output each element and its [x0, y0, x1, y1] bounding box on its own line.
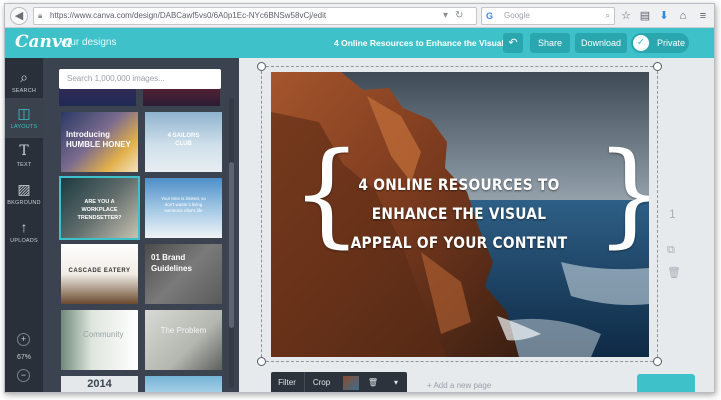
tool-sidebar: ⌕ SEARCH ◫ LAYOUTS T TEXT ▨ BKGROUND ↑ U…	[5, 58, 43, 392]
filter-button[interactable]: Filter	[271, 372, 303, 392]
image-toolbar: Filter Crop 🗑︎ ▾	[271, 372, 407, 392]
reload-icon[interactable]: ↻	[455, 7, 463, 25]
design-workspace: { } 4 ONLINE RESOURCES TO ENHANCE THE VI…	[239, 58, 714, 392]
google-icon: G	[486, 11, 494, 21]
layout-thumbnail[interactable]: 2014	[61, 376, 138, 392]
thumbnail-text: ARE YOU A WORKPLACE TRENDSETTER?	[77, 199, 122, 221]
add-page-link[interactable]: + Add a new page	[427, 381, 491, 390]
address-bar[interactable]: 🔒︎ https://www.canva.com/design/DABCawf5…	[33, 7, 477, 25]
layout-thumbnail[interactable]: Your time is limited, so don't waste it …	[145, 178, 222, 238]
layout-thumbnail[interactable]: Introducing HUMBLE HONEY	[61, 112, 138, 172]
background-photo[interactable]: { } 4 ONLINE RESOURCES TO ENHANCE THE VI…	[271, 72, 649, 357]
search-icon: ⌕	[20, 69, 28, 85]
layout-thumbnail[interactable]	[145, 376, 222, 392]
copy-page-icon[interactable]: ⧉	[667, 244, 675, 257]
undo-icon: ↶	[508, 37, 518, 49]
resize-handle[interactable]	[653, 62, 662, 71]
thumbnail-text: Community	[83, 330, 124, 339]
sidebar-item-label: LAYOUTS	[10, 124, 38, 130]
sidebar-item-label: UPLOADS	[10, 238, 38, 244]
sidebar-item-layouts[interactable]: ◫ LAYOUTS	[5, 98, 43, 138]
page-number: 1	[669, 207, 676, 221]
undo-button[interactable]: ↶	[503, 33, 523, 53]
zoom-in-button[interactable]: +	[17, 333, 30, 346]
menu-icon[interactable]: ≡	[696, 8, 710, 24]
download-arrow-icon[interactable]: ⬇	[657, 8, 671, 24]
url-text: https://www.canva.com/design/DABCawf5vs0…	[50, 11, 327, 20]
browser-search-input[interactable]: G Google ⌕	[481, 7, 615, 25]
panel-scrollbar-thumb[interactable]	[229, 162, 234, 328]
bookmark-star-icon[interactable]: ☆	[619, 8, 633, 24]
thumbnail-text: Your time is limited, so don't waste it …	[161, 196, 206, 213]
magnifier-icon[interactable]: ⌕	[606, 8, 610, 24]
browser-toolbar: ◀ 🔒︎ https://www.canva.com/design/DABCaw…	[5, 4, 714, 28]
privacy-label: Private	[657, 38, 686, 48]
sidebar-item-uploads[interactable]: ↑ UPLOADS	[5, 212, 43, 252]
app-header: Canva Your designs 4 Online Resources to…	[5, 28, 714, 58]
resize-handle[interactable]	[257, 357, 266, 366]
home-icon[interactable]: ⌂	[676, 8, 690, 24]
layout-thumbnail[interactable]: The Problem	[145, 310, 222, 370]
thumbnail-text: 4 SAILORS CLUB	[167, 133, 200, 147]
delete-page-icon[interactable]: 🗑︎	[667, 266, 681, 279]
layouts-panel: Search 1,000,000 images... Introducing H…	[43, 58, 239, 392]
right-brace-decoration: }	[595, 138, 649, 250]
thumbnail-text: Introducing HUMBLE HONEY	[66, 130, 131, 149]
thumbnail-text: The Problem	[160, 326, 207, 335]
lock-icon: 🔒︎	[38, 11, 43, 20]
share-button[interactable]: Share	[530, 33, 570, 53]
resize-handle[interactable]	[257, 62, 266, 71]
dropdown-arrow-icon[interactable]: ▾	[443, 7, 448, 25]
upload-icon: ↑	[20, 219, 28, 235]
image-search-input[interactable]: Search 1,000,000 images...	[59, 69, 221, 89]
browser-search-placeholder: Google	[504, 11, 530, 20]
sidebar-item-background[interactable]: ▨ BKGROUND	[5, 174, 43, 214]
image-preview-button[interactable]	[340, 372, 362, 392]
document-title[interactable]: 4 Online Resources to Enhance the Visual	[334, 38, 504, 48]
layout-thumbnail[interactable]: CASCADE EATERY	[61, 244, 138, 304]
thumbnail-text: 01 Brand Guidelines	[151, 253, 192, 273]
trash-button[interactable]: 🗑︎	[363, 372, 383, 392]
more-options-button[interactable]: ▾	[385, 372, 407, 392]
thumbnail-text: 2014	[87, 378, 112, 390]
layout-thumbnail[interactable]: 4 SAILORS CLUB	[145, 112, 222, 172]
privacy-toggle[interactable]: ✓ Private	[631, 33, 689, 53]
sidebar-item-label: TEXT	[16, 162, 32, 168]
sidebar-item-label: BKGROUND	[7, 200, 41, 206]
layout-thumbnail[interactable]: Community	[61, 310, 138, 370]
sidebar-item-search[interactable]: ⌕ SEARCH	[5, 62, 43, 102]
thumbnail-text: CASCADE EATERY	[68, 268, 131, 274]
download-button[interactable]: Download	[575, 33, 627, 53]
resize-handle[interactable]	[653, 357, 662, 366]
sidebar-item-text[interactable]: T TEXT	[5, 136, 43, 176]
chevron-down-icon: ▾	[393, 378, 398, 387]
image-preview-icon	[343, 376, 359, 390]
sidebar-item-label: SEARCH	[11, 88, 37, 94]
crop-button[interactable]: Crop	[304, 372, 338, 392]
clipboard-icon[interactable]: ▤	[638, 8, 652, 24]
text-icon: T	[19, 143, 29, 159]
browser-window: ◀ 🔒︎ https://www.canva.com/design/DABCaw…	[4, 3, 715, 393]
your-designs-link[interactable]: Your designs	[59, 37, 116, 48]
background-icon: ▨	[17, 181, 31, 197]
trash-icon: 🗑︎	[367, 378, 379, 387]
design-headline[interactable]: 4 ONLINE RESOURCES TO ENHANCE THE VISUAL…	[347, 170, 571, 257]
teal-action-button[interactable]	[637, 374, 695, 392]
zoom-out-button[interactable]: −	[17, 369, 30, 382]
back-button[interactable]: ◀	[10, 7, 28, 25]
layouts-icon: ◫	[17, 105, 31, 121]
layout-thumbnail-selected[interactable]: ARE YOU A WORKPLACE TRENDSETTER?	[59, 176, 140, 240]
check-icon: ✓	[633, 35, 649, 51]
layout-thumbnail[interactable]: 01 Brand Guidelines	[145, 244, 222, 304]
zoom-level: 67%	[16, 354, 31, 361]
